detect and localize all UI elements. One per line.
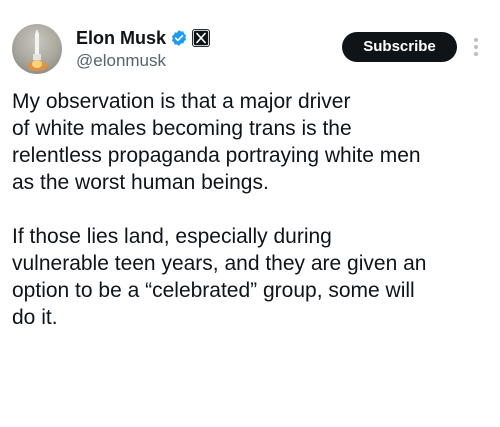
rocket-launch-avatar-image — [27, 29, 47, 71]
subscribe-button[interactable]: Subscribe — [342, 32, 457, 62]
tweet-paragraph-2: If those lies land, especially during vu… — [12, 225, 427, 329]
author-display-name[interactable]: Elon Musk — [76, 27, 166, 49]
tweet-text: My observation is that a major driver of… — [12, 88, 490, 331]
author-name-row: Elon Musk — [76, 26, 211, 50]
x-logo-icon[interactable] — [192, 29, 211, 47]
more-vertical-icon[interactable] — [468, 36, 484, 58]
tweet-paragraph-1: My observation is that a major driver of… — [12, 90, 421, 194]
tweet-card: Elon Musk @elonmusk Subscribe My observa… — [0, 0, 500, 427]
author-handle[interactable]: @elonmusk — [76, 51, 166, 71]
avatar[interactable] — [12, 24, 62, 74]
verified-badge-icon — [170, 29, 188, 47]
